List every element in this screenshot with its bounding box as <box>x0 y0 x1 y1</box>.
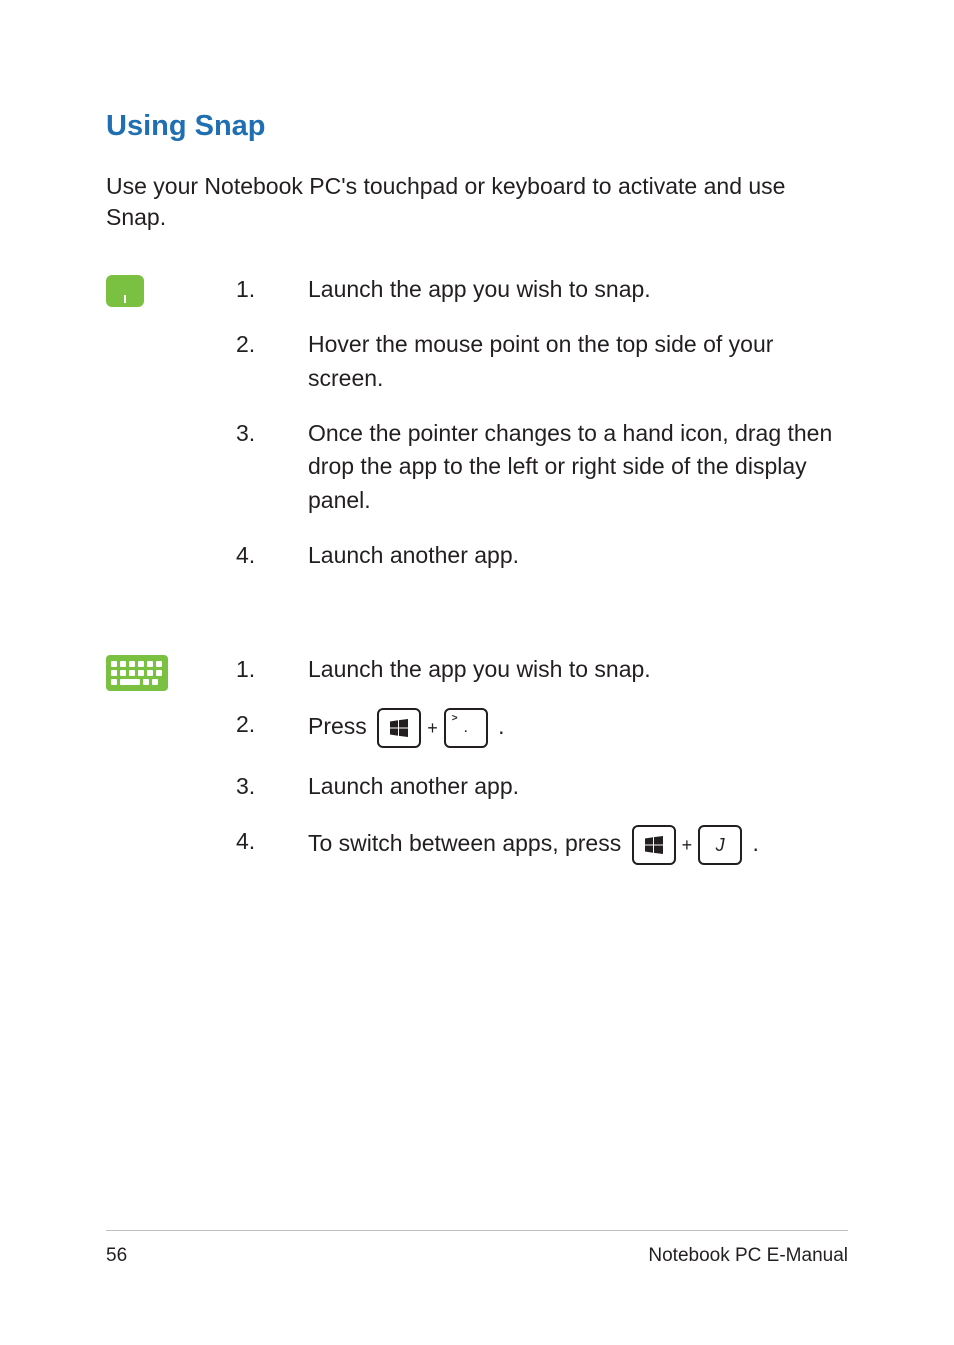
step-text: Launch the app you wish to snap. <box>308 273 848 306</box>
intro-text: Use your Notebook PC's touchpad or keybo… <box>106 171 848 233</box>
step-suffix: . <box>498 713 504 739</box>
step-text: Launch another app. <box>308 770 848 803</box>
touchpad-steps-list: Launch the app you wish to snap. Hover t… <box>236 273 848 572</box>
list-item: Launch the app you wish to snap. <box>236 273 848 306</box>
manual-page: Using Snap Use your Notebook PC's touchp… <box>0 0 954 1345</box>
steps-column: Launch the app you wish to snap. Press +… <box>236 653 848 888</box>
key-combo: +J <box>628 830 753 856</box>
page-number: 56 <box>106 1245 127 1267</box>
key-superscript: > <box>452 712 458 727</box>
page-footer: 56 Notebook PC E-Manual <box>106 1230 848 1267</box>
touchpad-icon <box>106 275 144 307</box>
section-heading: Using Snap <box>106 110 848 143</box>
icon-column <box>106 653 236 691</box>
plus-icon: + <box>427 715 438 741</box>
key-combo: + >. <box>373 713 498 739</box>
steps-column: Launch the app you wish to snap. Hover t… <box>236 273 848 594</box>
j-key: J <box>698 825 742 865</box>
step-suffix: . <box>753 830 759 856</box>
step-prefix: Press <box>308 713 373 739</box>
list-item: Launch another app. <box>236 770 848 803</box>
step-text: To switch between apps, press +J . <box>308 825 848 865</box>
windows-key-icon <box>632 825 676 865</box>
step-text: Launch the app you wish to snap. <box>308 653 848 686</box>
manual-title: Notebook PC E-Manual <box>648 1245 848 1267</box>
keyboard-section: Launch the app you wish to snap. Press +… <box>106 653 848 888</box>
touchpad-section: Launch the app you wish to snap. Hover t… <box>106 273 848 594</box>
keyboard-steps-list: Launch the app you wish to snap. Press +… <box>236 653 848 866</box>
step-text: Launch another app. <box>308 539 848 572</box>
key-label: . <box>463 716 467 739</box>
step-prefix: To switch between apps, press <box>308 830 628 856</box>
list-item: Once the pointer changes to a hand icon,… <box>236 417 848 517</box>
list-item: Launch another app. <box>236 539 848 572</box>
step-text: Press +>. . <box>308 708 848 748</box>
step-text: Once the pointer changes to a hand icon,… <box>308 417 848 517</box>
step-text: Hover the mouse point on the top side of… <box>308 328 848 395</box>
icon-column <box>106 273 236 307</box>
period-key: >. <box>444 708 488 748</box>
plus-icon: + <box>682 832 693 858</box>
list-item: Press +>. . <box>236 708 848 748</box>
keyboard-icon <box>106 655 168 691</box>
list-item: Hover the mouse point on the top side of… <box>236 328 848 395</box>
windows-key-icon <box>377 708 421 748</box>
list-item: Launch the app you wish to snap. <box>236 653 848 686</box>
list-item: To switch between apps, press +J . <box>236 825 848 865</box>
